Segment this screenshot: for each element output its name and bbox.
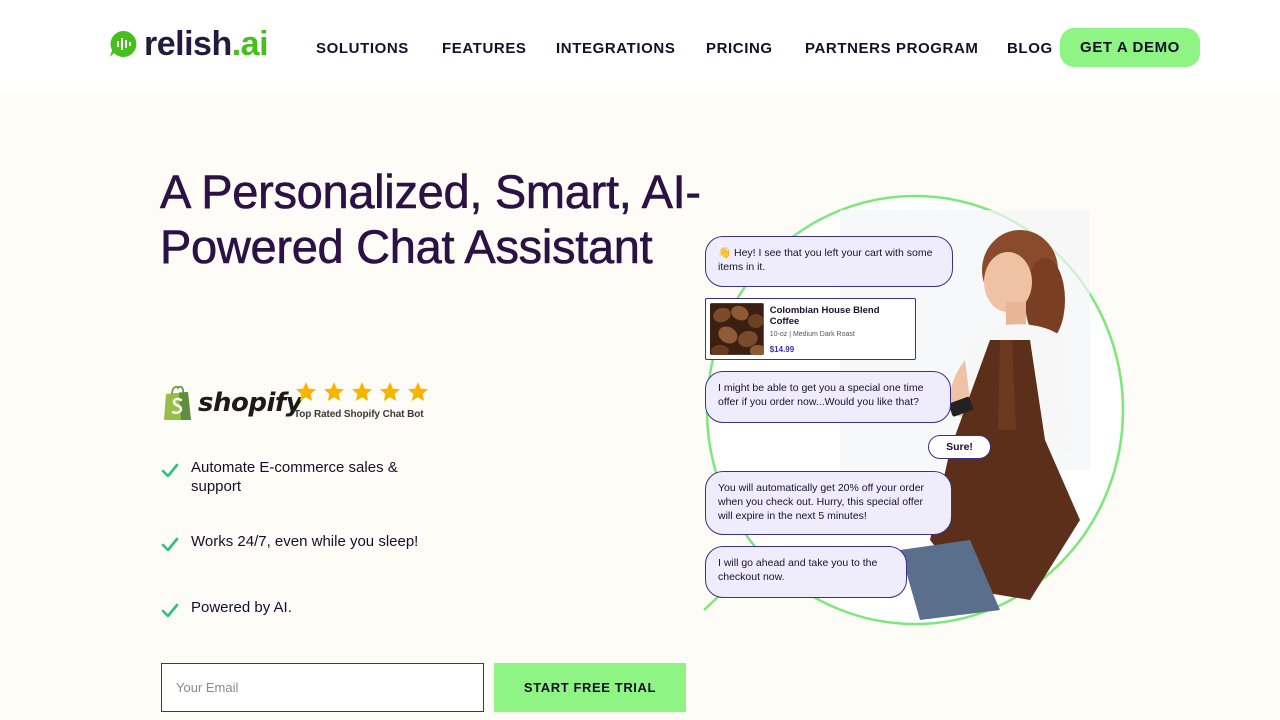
nav-pricing[interactable]: PRICING [706, 40, 773, 57]
feature-item: Automate E-commerce sales & support [160, 458, 431, 496]
nav-solutions[interactable]: SOLUTIONS [316, 40, 409, 57]
nav-partners-program[interactable]: PARTNERS PROGRAM [805, 40, 979, 57]
rating-stars [294, 380, 430, 404]
checkmark-icon [161, 463, 179, 478]
bot-message: You will automatically get 20% off your … [705, 471, 952, 535]
product-name: Colombian House Blend Coffee [769, 304, 880, 327]
get-a-demo-button[interactable]: GET A DEMO [1060, 28, 1200, 67]
bot-message: I will go ahead and take you to the chec… [705, 546, 907, 598]
site-header: relish.ai SOLUTIONS FEATURES INTEGRATION… [0, 0, 1280, 94]
feature-item: Powered by AI. [160, 598, 431, 620]
product-meta: 10-oz | Medium Dark Roast [769, 330, 855, 338]
chat-illustration: 👋 Hey! I see that you left your cart wit… [700, 190, 1130, 630]
product-card[interactable]: Colombian House Blend Coffee 10-oz | Med… [705, 298, 916, 360]
checkmark-icon [161, 537, 179, 552]
feature-text: Works 24/7, even while you sleep! [191, 533, 419, 550]
bot-message: I might be able to get you a special one… [705, 371, 951, 423]
shopify-bag-icon [164, 385, 191, 420]
nav-integrations[interactable]: INTEGRATIONS [556, 40, 675, 57]
logo-wordmark: relish.ai [144, 25, 269, 63]
rating-caption: Top Rated Shopify Chat Bot [294, 409, 424, 420]
user-reply: Sure! [928, 435, 991, 459]
shopify-logo: shopify [162, 384, 303, 422]
product-price: $14.99 [769, 344, 795, 354]
star-icon [408, 382, 428, 401]
star-icon [380, 382, 400, 401]
star-icon [352, 382, 372, 401]
product-info: Colombian House Blend Coffee 10-oz | Med… [770, 305, 911, 354]
nav-blog[interactable]: BLOG [1007, 40, 1053, 57]
feature-text: Automate E-commerce sales & support [191, 459, 398, 495]
hero-headline: A Personalized, Smart, AI-Powered Chat A… [160, 165, 702, 274]
nav-features[interactable]: FEATURES [442, 40, 527, 57]
checkmark-icon [161, 603, 179, 618]
email-input[interactable] [161, 663, 484, 712]
relish-logo[interactable]: relish.ai [108, 24, 269, 64]
feature-text: Powered by AI. [191, 599, 292, 616]
shopify-wordmark: shopify [198, 388, 303, 418]
feature-item: Works 24/7, even while you sleep! [160, 532, 491, 554]
star-icon [324, 382, 344, 401]
bot-message: 👋 Hey! I see that you left your cart wit… [705, 236, 953, 287]
coffee-beans-image [710, 303, 764, 355]
start-free-trial-button[interactable]: START FREE TRIAL [494, 663, 686, 712]
chat-logo-icon [110, 30, 137, 57]
star-icon [296, 382, 316, 401]
